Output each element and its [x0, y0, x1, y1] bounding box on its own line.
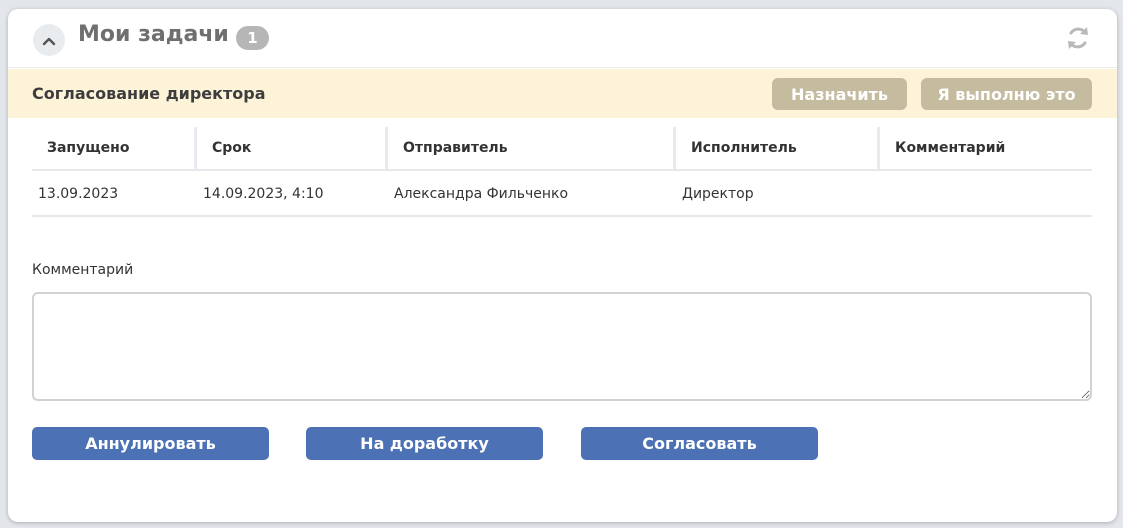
widget-title: Мои задачи	[78, 22, 229, 47]
table-row[interactable]: 13.09.2023 14.09.2023, 4:10 Александра Ф…	[32, 171, 1092, 217]
refresh-button[interactable]	[1061, 23, 1095, 57]
comment-field[interactable]	[32, 292, 1092, 401]
column-header-started: Запущено	[47, 140, 130, 156]
task-title: Согласование директора	[32, 84, 266, 103]
refresh-icon	[1064, 24, 1092, 56]
cell-deadline: 14.09.2023, 4:10	[203, 186, 324, 202]
cell-executor: Директор	[682, 186, 754, 202]
my-tasks-widget: Мои задачи 1 Согласование директора Назн…	[8, 9, 1117, 522]
widget-header: Мои задачи 1	[8, 9, 1117, 68]
collapse-button[interactable]	[33, 24, 65, 56]
approve-button[interactable]: Согласовать	[581, 427, 818, 460]
assign-button[interactable]: Назначить	[772, 78, 907, 110]
cancel-task-button[interactable]: Аннулировать	[32, 427, 269, 460]
take-task-button[interactable]: Я выполню это	[921, 78, 1092, 110]
send-to-rework-button[interactable]: На доработку	[306, 427, 543, 460]
column-separator[interactable]	[385, 127, 388, 169]
task-count-badge: 1	[236, 26, 269, 50]
comment-label: Комментарий	[32, 262, 134, 278]
table-header: Запущено Срок Отправитель Исполнитель Ко…	[32, 127, 1092, 171]
column-header-comment: Комментарий	[895, 140, 1006, 156]
column-header-executor: Исполнитель	[691, 140, 797, 156]
column-separator[interactable]	[194, 127, 197, 169]
column-separator[interactable]	[877, 127, 880, 169]
cell-started: 13.09.2023	[38, 186, 119, 202]
task-bar: Согласование директора Назначить Я выпол…	[8, 69, 1117, 118]
chevron-up-icon	[42, 31, 56, 50]
cell-sender: Александра Фильченко	[394, 186, 569, 202]
column-header-deadline: Срок	[212, 140, 252, 156]
column-header-sender: Отправитель	[403, 140, 508, 156]
task-table: Запущено Срок Отправитель Исполнитель Ко…	[32, 127, 1092, 217]
column-separator[interactable]	[673, 127, 676, 169]
